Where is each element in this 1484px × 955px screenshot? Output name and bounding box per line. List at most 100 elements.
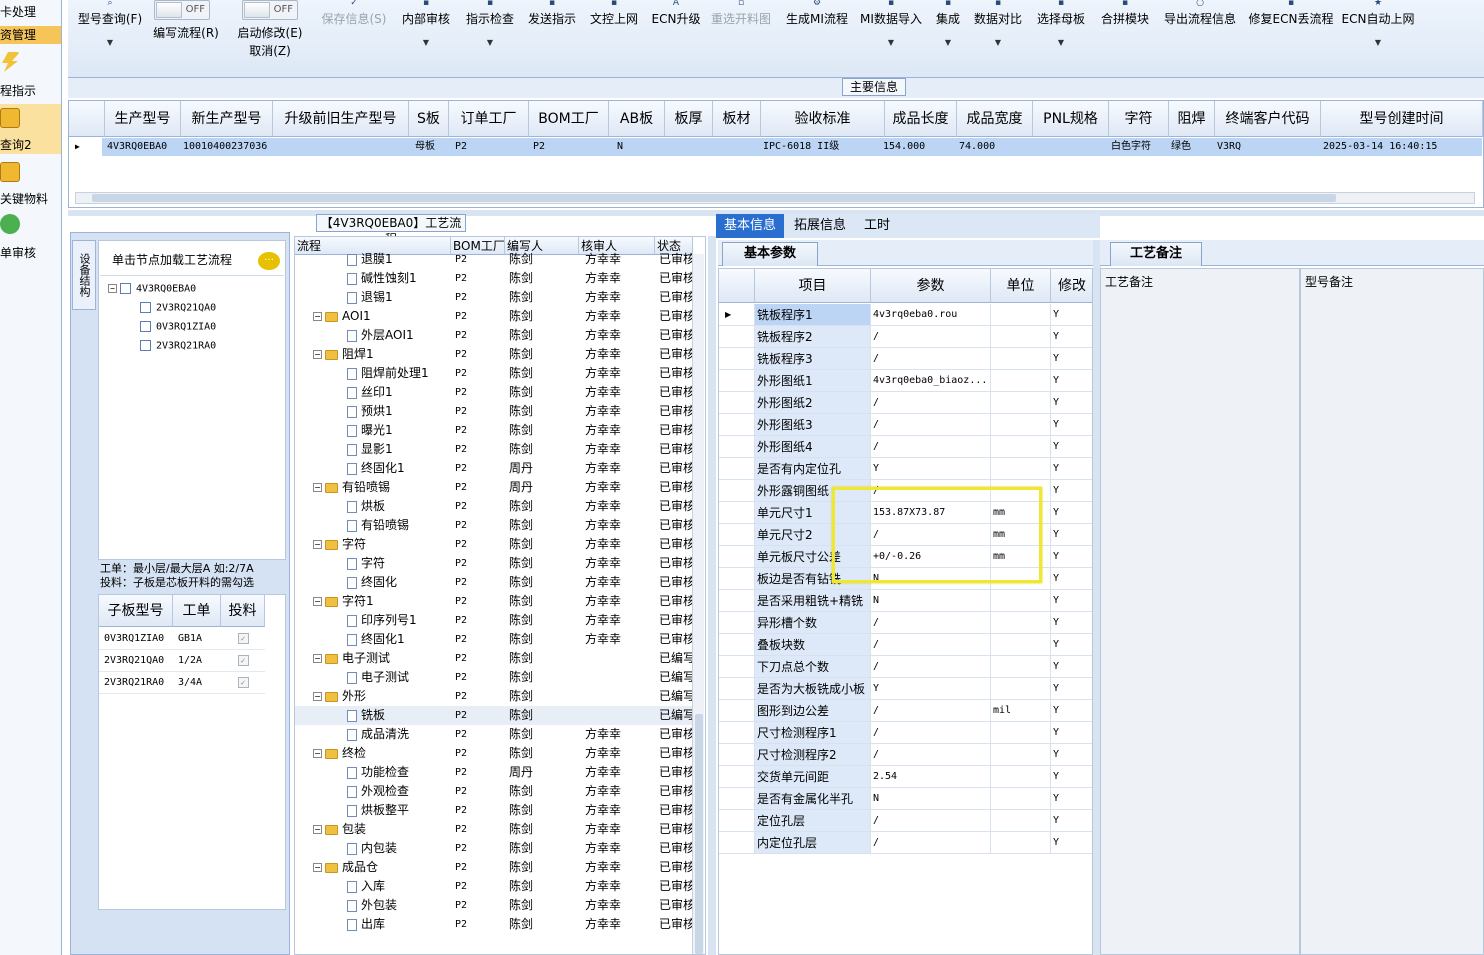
tab-extended-info[interactable]: 拓展信息 <box>786 214 854 238</box>
write-process-button[interactable]: 编写流程(R) <box>148 26 224 46</box>
table-cell[interactable]: P2 <box>531 138 607 156</box>
process-step-row[interactable]: 烘板 P2 陈剑 方幸幸 已审核 <box>295 497 693 516</box>
param-row[interactable]: 尺寸检测程序2/ Y <box>719 744 1092 766</box>
collapse-icon[interactable]: − <box>313 825 322 834</box>
table-cell[interactable]: IPC-6018 II级 <box>761 138 885 156</box>
param-row[interactable]: 叠板块数 / Y <box>719 634 1092 656</box>
column-header[interactable]: 投料 <box>221 595 265 627</box>
value-cell[interactable]: / <box>871 326 991 348</box>
column-header[interactable]: BOM工厂 <box>529 101 609 137</box>
generate-mi-flow-button[interactable]: ⚙ 生成MI流程 <box>780 0 854 78</box>
column-header[interactable]: 终端客户代码 <box>1215 101 1321 137</box>
process-group-row[interactable]: − 外形 P2 陈剑 已编写 <box>295 687 693 706</box>
process-group-row[interactable]: − 字符 P2 陈剑 方幸幸 已审核 <box>295 535 693 554</box>
save-info-button[interactable]: ✓ 保存信息(S) <box>318 0 390 78</box>
param-row[interactable]: 铣板程序2/ Y <box>719 326 1092 348</box>
process-step-row[interactable]: 外层AOI1 P2 陈剑 方幸幸 已审核 <box>295 326 693 345</box>
vertical-scrollbar[interactable] <box>692 254 704 954</box>
column-header[interactable]: 验收标准 <box>761 101 885 137</box>
process-step-row[interactable]: 终固化1 P2 周丹 方幸幸 已审核 <box>295 459 693 478</box>
process-step-row[interactable]: 入库 P2 陈剑 方幸幸 已审核 <box>295 877 693 896</box>
param-row[interactable]: 内定位孔层 / Y <box>719 832 1092 854</box>
column-header[interactable]: 成品长度 <box>885 101 957 137</box>
process-step-row[interactable]: 预烘1 P2 陈剑 方幸幸 已审核 <box>295 402 693 421</box>
value-cell[interactable]: 2.54 <box>871 766 991 788</box>
value-cell[interactable]: Y <box>871 458 991 480</box>
process-step-row[interactable]: 终固化 P2 陈剑 方幸幸 已审核 <box>295 573 693 592</box>
ecn-auto-upload-button[interactable]: ★ ECN自动上网 ▼ <box>1340 0 1416 78</box>
param-row[interactable]: 铣板程序3/ Y <box>719 348 1092 370</box>
table-cell[interactable]: 10010400237036 <box>181 138 273 156</box>
process-group-row[interactable]: − AOI1 P2 陈剑 方幸幸 已审核 <box>295 307 693 326</box>
model-query-button[interactable]: ⌕ 型号查询(F) ▼ <box>72 0 148 78</box>
process-step-row[interactable]: 退锡1 P2 陈剑 方幸幸 已审核 <box>295 288 693 307</box>
table-cell[interactable]: 154.000 <box>881 138 953 156</box>
column-header[interactable]: 项目 <box>755 269 871 303</box>
tree-node[interactable]: 0V3RQ1ZIA0 <box>140 321 216 333</box>
feed-checkbox[interactable]: ✓ <box>221 672 265 694</box>
param-row[interactable]: 尺寸检测程序1/ Y <box>719 722 1092 744</box>
send-instruction-button[interactable]: ▪ 发送指示 <box>524 0 580 78</box>
collapse-icon[interactable]: − <box>313 350 322 359</box>
column-header[interactable]: 阻焊 <box>1169 101 1215 137</box>
ecn-upgrade-button[interactable]: A ECN升级 <box>648 0 704 78</box>
column-header[interactable]: AB板 <box>609 101 665 137</box>
collapse-icon[interactable]: − <box>313 483 322 492</box>
data-compare-button[interactable]: ▪ 数据对比 ▼ <box>970 0 1026 78</box>
column-header[interactable]: 升级前旧生产型号 <box>273 101 409 137</box>
nav-item-management[interactable]: 资管理 <box>0 26 61 44</box>
process-step-row[interactable]: 出库 P2 陈剑 方幸幸 已审核 <box>295 915 693 934</box>
param-row[interactable]: 外形图纸1 4v3rq0eba0_biaoz... Y <box>719 370 1092 392</box>
collapse-icon[interactable]: − <box>108 284 117 293</box>
process-step-row[interactable]: 成品清洗 P2 陈剑 方幸幸 已审核 <box>295 725 693 744</box>
column-header[interactable]: PNL规格 <box>1033 101 1109 137</box>
column-header[interactable]: 成品宽度 <box>957 101 1033 137</box>
param-row[interactable]: 是否有金属化半孔 N Y <box>719 788 1092 810</box>
tab-work-hours[interactable]: 工时 <box>856 214 898 238</box>
value-cell[interactable]: / <box>871 810 991 832</box>
column-header[interactable]: 型号创建时间 <box>1321 101 1483 137</box>
value-cell[interactable]: / <box>871 722 991 744</box>
collapse-icon[interactable]: − <box>313 863 322 872</box>
process-step-row[interactable]: 外包装 P2 陈剑 方幸幸 已审核 <box>295 896 693 915</box>
column-header[interactable]: 生产型号 <box>105 101 181 137</box>
value-cell[interactable]: / <box>871 392 991 414</box>
mi-data-import-button[interactable]: ▪ MI数据导入 ▼ <box>856 0 926 78</box>
table-cell[interactable]: 2V3RQ21RA0 <box>99 672 173 694</box>
nav-item-card-process[interactable]: 卡处理 <box>0 3 61 20</box>
merge-module-button[interactable]: ▪ 合拼模块 <box>1096 0 1154 78</box>
process-group-row[interactable]: − 字符1 P2 陈剑 方幸幸 已审核 <box>295 592 693 611</box>
process-step-row[interactable]: 阻焊前处理1 P2 陈剑 方幸幸 已审核 <box>295 364 693 383</box>
param-row[interactable]: ▶ 铣板程序1 4v3rq0eba0.rou Y <box>719 304 1092 326</box>
select-mother-board-button[interactable]: ▪ 选择母板 ▼ <box>1032 0 1090 78</box>
tree-node-root[interactable]: −4V3RQ0EBA0 <box>108 283 196 295</box>
nav-item-key-material[interactable]: 关键物料 <box>0 190 61 207</box>
table-cell[interactable]: N <box>615 138 665 156</box>
value-cell[interactable]: / <box>871 612 991 634</box>
doc-upload-button[interactable]: ▪ 文控上网 <box>586 0 642 78</box>
process-step-row[interactable]: 内包装 P2 陈剑 方幸幸 已审核 <box>295 839 693 858</box>
process-step-row[interactable]: 铣板 P2 陈剑 已编写 <box>295 706 693 725</box>
table-cell[interactable]: V3RQ <box>1215 138 1321 156</box>
param-row[interactable]: 定位孔层 / Y <box>719 810 1092 832</box>
value-cell[interactable]: / <box>871 700 991 722</box>
feed-checkbox[interactable]: ✓ <box>221 628 265 650</box>
table-cell[interactable]: GB1A <box>173 628 221 650</box>
nav-item-order-review[interactable]: 单审核 <box>0 244 61 261</box>
value-cell[interactable]: Y <box>871 678 991 700</box>
process-step-row[interactable]: 退膜1 P2 陈剑 方幸幸 已审核 <box>295 250 693 269</box>
feed-checkbox[interactable]: ✓ <box>221 650 265 672</box>
export-flow-info-button[interactable]: ○ 导出流程信息 <box>1160 0 1240 78</box>
collapse-icon[interactable]: − <box>313 540 322 549</box>
param-row[interactable]: 交货单元间距 2.54 Y <box>719 766 1092 788</box>
process-step-row[interactable]: 字符 P2 陈剑 方幸幸 已审核 <box>295 554 693 573</box>
column-header[interactable]: 工单 <box>173 595 221 627</box>
horizontal-scrollbar[interactable] <box>75 192 1475 204</box>
instruction-check-button[interactable]: ▪ 指示检查 ▼ <box>462 0 518 78</box>
table-cell[interactable]: 2025-03-14 16:40:15 <box>1321 138 1483 156</box>
table-cell[interactable]: P2 <box>453 138 529 156</box>
collapse-icon[interactable]: − <box>313 312 322 321</box>
table-cell[interactable]: 0V3RQ1ZIA0 <box>99 628 173 650</box>
column-header[interactable]: 板厚 <box>665 101 713 137</box>
start-edit-toggle[interactable]: OFF <box>242 0 298 20</box>
